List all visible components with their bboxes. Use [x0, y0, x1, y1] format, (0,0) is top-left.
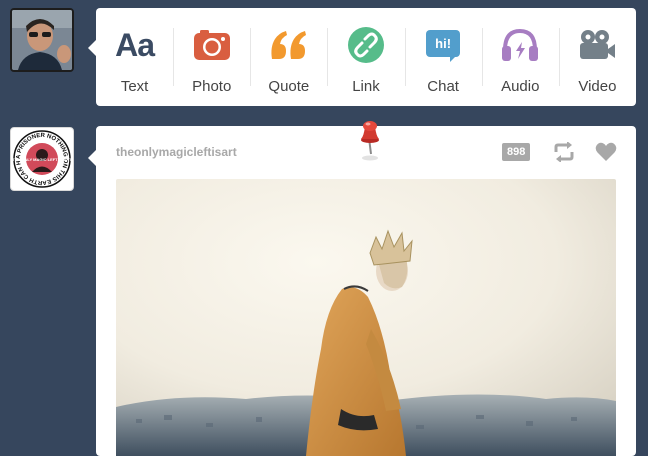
- post-type-quote[interactable]: Quote: [250, 8, 327, 106]
- blog-avatar[interactable]: A PRISONER NOTHING ON THIS EARTH CAN HOL…: [10, 127, 74, 191]
- post-card: theonlymagicleftisart 898: [88, 121, 636, 456]
- quote-icon: [269, 27, 309, 63]
- post-type-text[interactable]: Aa Text: [96, 8, 173, 106]
- link-icon: [346, 27, 386, 63]
- post-type-link-label: Link: [352, 78, 380, 95]
- note-count-badge[interactable]: 898: [502, 143, 531, 161]
- post-type-chat[interactable]: hi! Chat: [404, 8, 482, 106]
- reblog-icon[interactable]: [553, 141, 575, 163]
- post-type-chat-label: Chat: [427, 78, 459, 95]
- post-author-link[interactable]: theonlymagicleftisart: [116, 145, 237, 159]
- video-camera-icon: [577, 27, 617, 63]
- post-type-photo-label: Photo: [192, 78, 232, 95]
- post-type-audio-label: Audio: [501, 78, 540, 95]
- pin-icon[interactable]: [355, 118, 385, 162]
- post-type-photo[interactable]: Photo: [173, 8, 250, 106]
- post-type-video[interactable]: Video: [558, 8, 636, 106]
- post-type-link[interactable]: Link: [327, 8, 404, 106]
- headphones-icon: [500, 27, 540, 63]
- blog-avatar-image: A PRISONER NOTHING ON THIS EARTH CAN HOL…: [11, 128, 72, 188]
- camera-icon: [192, 27, 232, 63]
- post-type-text-label: Text: [120, 78, 149, 95]
- post-type-quote-label: Quote: [268, 78, 310, 95]
- photo-figure-with-crown: [116, 179, 616, 456]
- heart-icon[interactable]: [595, 142, 617, 162]
- post-type-audio[interactable]: Audio: [481, 8, 559, 106]
- user-avatar[interactable]: [10, 8, 74, 72]
- user-portrait-image: [12, 10, 72, 70]
- post-photo[interactable]: [116, 179, 616, 456]
- post-type-video-label: Video: [578, 78, 617, 95]
- chat-icon: hi!: [423, 27, 463, 63]
- post-type-menu: Aa Text Photo Quote Link hi! Chat Audio …: [88, 8, 636, 106]
- svg-text:THE ONLY MAGIC LEFT IS ART: THE ONLY MAGIC LEFT IS ART: [12, 157, 72, 162]
- text-icon: Aa: [115, 27, 155, 63]
